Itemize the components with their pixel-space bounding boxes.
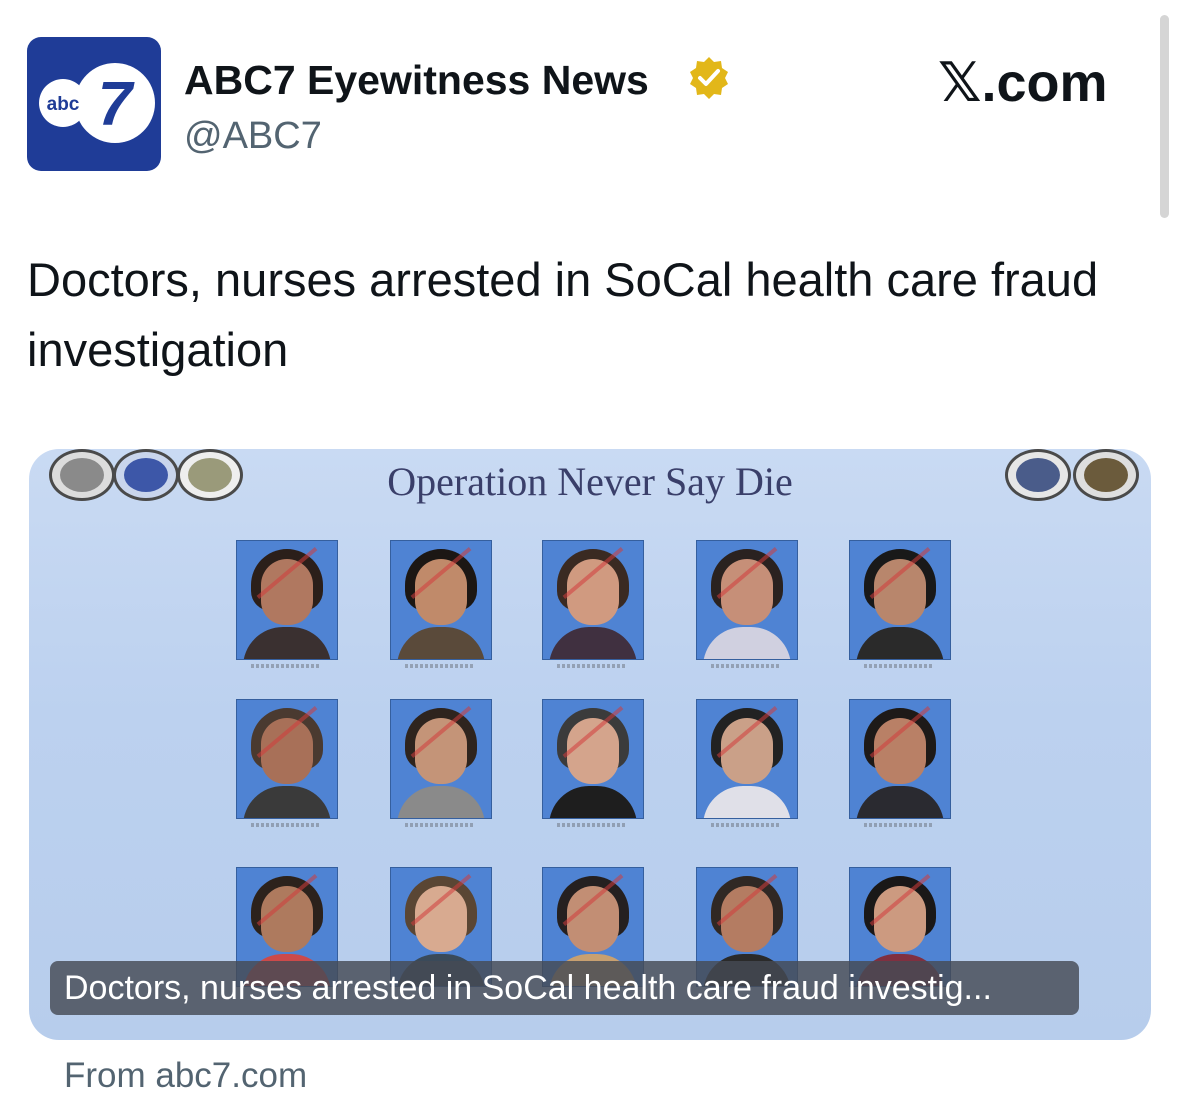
display-name[interactable]: ABC7 Eyewitness News [184,57,649,104]
scrollbar[interactable] [1160,15,1169,218]
mugshot-photo [849,540,951,660]
mugshot-photo [390,699,492,819]
tweet-text: Doctors, nurses arrested in SoCal health… [27,253,1099,376]
mugshot-name-label [864,664,934,668]
avatar[interactable]: 7 abc [27,37,161,171]
mugshot-name-label [557,664,627,668]
svg-text:7: 7 [98,70,135,139]
slide-title: Operation Never Say Die [387,459,793,504]
mugshot-photo [542,699,644,819]
handle[interactable]: @ABC7 [184,115,322,158]
mugshot-name-label [557,823,627,827]
abc7-logo-icon: 7 abc [39,63,155,143]
mugshot-photo [696,540,798,660]
mugshot-photo [390,540,492,660]
mugshot-photo [236,699,338,819]
svg-text:abc: abc [47,94,80,115]
mugshot-name-label [711,823,781,827]
mugshot-name-label [251,823,321,827]
mugshot-photo [696,699,798,819]
verified-badge-icon [690,57,728,99]
mugshot-name-label [711,664,781,668]
card-caption[interactable]: Doctors, nurses arrested in SoCal health… [50,961,1079,1015]
mugshot-photo [236,540,338,660]
x-brand-label: 𝕏.com [938,53,1108,113]
mugshot-name-label [251,664,321,668]
mugshot-photo [542,540,644,660]
card-source[interactable]: From abc7.com [64,1056,307,1096]
mugshot-photo [849,699,951,819]
mugshot-name-label [405,823,475,827]
mugshot-name-label [864,823,934,827]
mugshot-name-label [405,664,475,668]
link-card[interactable]: Operation Never Say Die Doctors, nurses … [29,449,1151,1040]
tweet-header: 7 abc ABC7 Eyewitness News @ABC7 𝕏.com [27,37,1137,172]
